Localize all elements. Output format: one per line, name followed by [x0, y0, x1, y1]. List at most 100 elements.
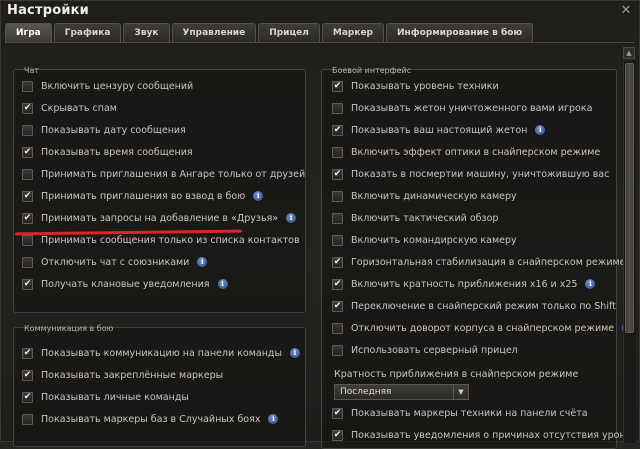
- battle-option-label: Включить кратность приближения x16 и x25: [351, 279, 577, 290]
- close-icon[interactable]: ✕: [619, 4, 633, 18]
- chat-option-label: Принимать приглашения во взвод в бою: [41, 191, 245, 202]
- tab-bar: Игра Графика Звук Управление Прицел Марк…: [5, 23, 533, 43]
- checkbox[interactable]: [22, 125, 33, 136]
- tab-battle-notifications[interactable]: Информирование в бою: [386, 23, 533, 43]
- chat-option-row[interactable]: Принимать приглашения в Ангаре только от…: [22, 166, 305, 182]
- battle-option-row[interactable]: Показывать жетон уничтоженного вами игро…: [332, 100, 592, 116]
- communication-option-row[interactable]: ✔ Показывать закреплённые маркеры: [22, 367, 223, 383]
- scroll-up-icon[interactable]: ▲: [623, 47, 635, 59]
- checkbox[interactable]: [332, 147, 343, 158]
- checkbox[interactable]: ✔: [22, 279, 33, 290]
- battle-option-row[interactable]: ✔Показывать уровень техники: [332, 78, 499, 94]
- checkbox[interactable]: ✔: [332, 408, 343, 419]
- checkbox[interactable]: [332, 213, 343, 224]
- battle-option-label: Показывать ваш настоящий жетон: [351, 125, 527, 136]
- checkbox[interactable]: ✔: [22, 191, 33, 202]
- checkbox[interactable]: ✔: [22, 392, 33, 403]
- info-icon[interactable]: i: [290, 348, 300, 358]
- battle-option-label: Включить тактический обзор: [351, 213, 498, 224]
- chat-option-row[interactable]: ✔ Принимать приглашения во взвод в бою i: [22, 188, 263, 204]
- battle-option-row[interactable]: Отключить доворот корпуса в снайперском …: [332, 320, 632, 336]
- checkbox[interactable]: ✔: [332, 125, 343, 136]
- battle-option-row[interactable]: ✔ Показывать маркеры техники на панели сч…: [332, 405, 588, 421]
- chat-option-row[interactable]: ✔ Получать клановые уведомления i: [22, 276, 228, 292]
- checkbox[interactable]: [332, 103, 343, 114]
- checkbox[interactable]: ✔: [332, 169, 343, 180]
- checkbox[interactable]: [332, 345, 343, 356]
- communication-option-label: Показывать закреплённые маркеры: [41, 370, 223, 381]
- info-icon[interactable]: i: [218, 279, 228, 289]
- battle-option-label: Включить эффект оптики в снайперском реж…: [351, 147, 600, 158]
- checkbox[interactable]: ✔: [332, 301, 343, 312]
- communication-panel-title: Коммуникация в бою: [22, 324, 115, 333]
- checkbox[interactable]: [22, 169, 33, 180]
- chat-option-label: Получать клановые уведомления: [41, 279, 210, 290]
- chat-option-label: Отключить чат с союзниками: [41, 257, 189, 268]
- battle-interface-panel-title: Боевой интерфейс: [330, 66, 413, 75]
- info-icon[interactable]: i: [286, 213, 296, 223]
- battle-option-row[interactable]: Использовать серверный прицел: [332, 342, 518, 358]
- battle-option-row[interactable]: ✔Показать в посмертии машину, уничтоживш…: [332, 166, 609, 182]
- chat-option-label: Показывать дату сообщения: [41, 125, 186, 136]
- battle-option-row[interactable]: Включить тактический обзор: [332, 210, 498, 226]
- tab-game[interactable]: Игра: [5, 23, 52, 43]
- communication-option-label: Показывать личные команды: [41, 392, 189, 403]
- checkbox[interactable]: ✔: [22, 370, 33, 381]
- battle-option-row[interactable]: Включить эффект оптики в снайперском реж…: [332, 144, 600, 160]
- zoom-label: Кратность приближения в снайперском режи…: [334, 369, 578, 380]
- checkbox[interactable]: ✔: [22, 147, 33, 158]
- checkbox[interactable]: [332, 323, 343, 334]
- checkbox[interactable]: [332, 191, 343, 202]
- checkbox[interactable]: ✔: [332, 257, 343, 268]
- zoom-select[interactable]: Последняя ▼: [334, 384, 469, 400]
- chat-option-label: Принимать приглашения в Ангаре только от…: [41, 169, 305, 180]
- battle-option-row[interactable]: ✔ Переключение в снайперский режим только…: [332, 298, 616, 314]
- info-icon[interactable]: i: [535, 125, 545, 135]
- checkbox[interactable]: [22, 414, 33, 425]
- chat-option-row[interactable]: ✔ Показывать время сообщения: [22, 144, 193, 160]
- communication-option-row[interactable]: ✔Показывать коммуникацию на панели коман…: [22, 345, 300, 361]
- battle-option-label: Переключение в снайперский режим только …: [351, 301, 616, 312]
- chat-option-row[interactable]: Отключить чат с союзниками i: [22, 254, 207, 270]
- scrollbar-thumb[interactable]: [625, 63, 634, 333]
- checkbox[interactable]: ✔: [332, 279, 343, 290]
- chevron-down-icon: ▼: [453, 385, 468, 399]
- communication-option-row[interactable]: Показывать маркеры баз в Случайных бояхi: [22, 411, 278, 427]
- chat-option-label: Скрывать спам: [41, 103, 117, 114]
- tab-marker[interactable]: Маркер: [322, 23, 384, 43]
- tab-graphics[interactable]: Графика: [54, 23, 122, 43]
- chat-option-row[interactable]: Показывать дату сообщения: [22, 122, 186, 138]
- battle-option-label: Показывать маркеры техники на панели счё…: [351, 408, 588, 419]
- checkbox[interactable]: [332, 235, 343, 246]
- info-icon[interactable]: i: [585, 279, 595, 289]
- info-icon[interactable]: i: [268, 414, 278, 424]
- tab-sight[interactable]: Прицел: [258, 23, 320, 43]
- title-bar[interactable]: Настройки ✕: [1, 1, 640, 21]
- checkbox[interactable]: ✔: [22, 348, 33, 359]
- info-icon[interactable]: i: [197, 257, 207, 267]
- chat-option-label: Показывать время сообщения: [41, 147, 193, 158]
- tab-controls[interactable]: Управление: [172, 23, 257, 43]
- battle-option-row[interactable]: Включить динамическую камеру: [332, 188, 517, 204]
- chat-option-row[interactable]: ✔ Скрывать спам: [22, 100, 117, 116]
- checkbox[interactable]: ✔: [22, 213, 33, 224]
- battle-option-row[interactable]: ✔Показывать уведомления о причинах отсут…: [332, 427, 640, 443]
- battle-option-row[interactable]: ✔ Включить кратность приближения x16 и x2…: [332, 276, 595, 292]
- checkbox[interactable]: ✔: [332, 81, 343, 92]
- tab-divider: [5, 42, 635, 43]
- chat-option-row[interactable]: ✔ Принимать запросы на добавление в «Друз…: [22, 210, 296, 226]
- battle-option-row[interactable]: ✔ Горизонтальная стабилизация в снайперск…: [332, 254, 626, 270]
- chat-option-label: Принимать запросы на добавление в «Друзь…: [41, 213, 278, 224]
- checkbox[interactable]: ✔: [22, 103, 33, 114]
- battle-option-row[interactable]: ✔ Показывать ваш настоящий жетон i: [332, 122, 545, 138]
- tab-sound[interactable]: Звук: [123, 23, 169, 43]
- battle-option-row[interactable]: Включить командирскую камеру: [332, 232, 517, 248]
- communication-option-row[interactable]: ✔ Показывать личные команды: [22, 389, 189, 405]
- info-icon[interactable]: i: [253, 191, 263, 201]
- checkbox[interactable]: [22, 81, 33, 92]
- checkbox[interactable]: [22, 257, 33, 268]
- checkbox[interactable]: ✔: [332, 430, 343, 441]
- battle-option-label: Горизонтальная стабилизация в снайперско…: [351, 257, 626, 268]
- chat-option-row[interactable]: Включить цензуру сообщений: [22, 78, 193, 94]
- checkbox[interactable]: [22, 235, 33, 246]
